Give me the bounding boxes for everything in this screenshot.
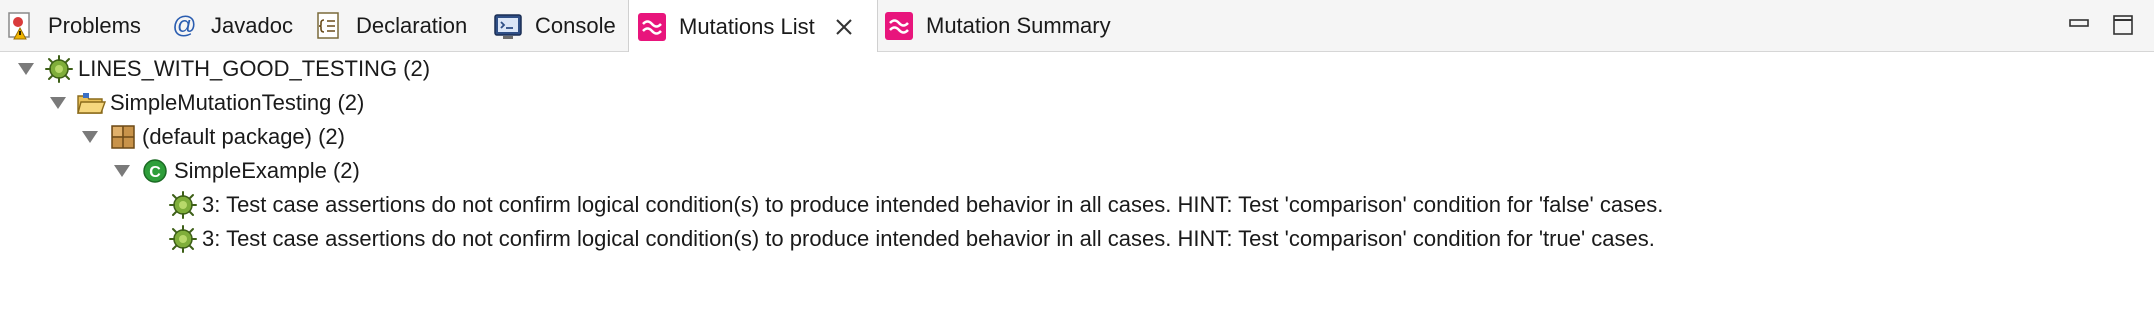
- problems-icon: [6, 11, 36, 41]
- bug-icon: [168, 224, 198, 254]
- at-icon: @: [171, 12, 197, 39]
- tab-label: Console: [535, 13, 616, 38]
- minimize-icon[interactable]: [2068, 14, 2090, 36]
- tree-node-mutation[interactable]: 3: Test case assertions do not confirm l…: [168, 188, 1663, 222]
- tree-node-label: 3: Test case assertions do not confirm l…: [202, 192, 1664, 217]
- expand-toggle-icon[interactable]: [14, 57, 38, 81]
- tab-mutations-list[interactable]: Mutations List: [628, 0, 878, 53]
- tab-label: Declaration: [356, 13, 468, 38]
- tab-problems[interactable]: Problems: [6, 0, 141, 52]
- tree-node-package[interactable]: (default package) (2): [78, 120, 345, 154]
- declaration-icon: [314, 11, 344, 41]
- view-tab-bar: Problems @ Javadoc Declaration Console M…: [0, 0, 2154, 53]
- tab-label: Javadoc: [211, 13, 293, 38]
- tree-node-label: LINES_WITH_GOOD_TESTING (2): [78, 56, 431, 81]
- tree-node-label: SimpleMutationTesting (2): [110, 90, 365, 115]
- expand-toggle-icon[interactable]: [46, 91, 70, 115]
- maximize-icon[interactable]: [2112, 14, 2134, 36]
- tab-javadoc[interactable]: @ Javadoc: [169, 0, 293, 52]
- tree-node-label: SimpleExample (2): [174, 158, 360, 183]
- svg-text:C: C: [149, 164, 161, 181]
- class-icon: C: [140, 156, 170, 186]
- package-icon: [108, 122, 138, 152]
- mutation-wave-icon: [884, 11, 914, 41]
- mutations-tree: LINES_WITH_GOOD_TESTING (2) SimpleMutati…: [0, 52, 2154, 310]
- tab-console[interactable]: Console: [493, 0, 616, 52]
- tab-declaration[interactable]: Declaration: [314, 0, 467, 52]
- tree-node-class[interactable]: C SimpleExample (2): [110, 154, 360, 188]
- tab-label: Mutation Summary: [926, 13, 1111, 38]
- tab-mutation-summary[interactable]: Mutation Summary: [884, 0, 1111, 52]
- bug-icon: [44, 54, 74, 84]
- tab-label: Problems: [48, 13, 141, 38]
- expand-toggle-icon[interactable]: [110, 159, 134, 183]
- tree-node-mutation[interactable]: 3: Test case assertions do not confirm l…: [168, 222, 1655, 256]
- console-icon: [493, 11, 523, 41]
- bug-icon: [168, 190, 198, 220]
- tab-label: Mutations List: [679, 13, 815, 39]
- expand-toggle-icon[interactable]: [78, 125, 102, 149]
- tree-node-project[interactable]: SimpleMutationTesting (2): [46, 86, 364, 120]
- tree-node-root[interactable]: LINES_WITH_GOOD_TESTING (2): [14, 52, 430, 86]
- tree-node-label: 3: Test case assertions do not confirm l…: [202, 226, 1655, 251]
- tree-node-label: (default package) (2): [142, 124, 345, 149]
- close-icon[interactable]: [833, 16, 855, 38]
- mutation-wave-icon: [637, 11, 667, 42]
- folder-open-icon: [76, 88, 106, 118]
